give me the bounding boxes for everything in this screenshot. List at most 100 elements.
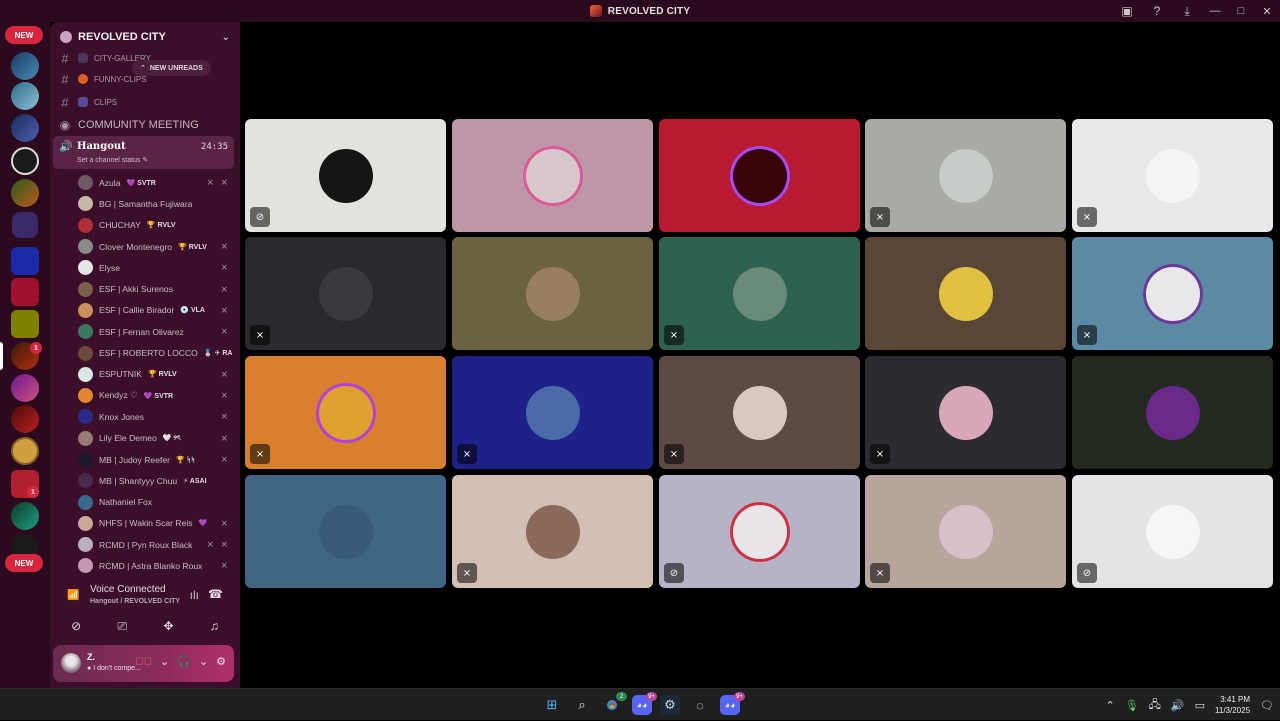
- windows-start-icon[interactable]: ⊞: [542, 695, 562, 715]
- channel-community-meeting[interactable]: ◉ COMMUNITY MEETING: [58, 115, 199, 135]
- search-icon[interactable]: ⌕: [572, 695, 592, 715]
- soundboard-icon[interactable]: ♫: [210, 619, 219, 633]
- voice-member[interactable]: Lily Ele Demeo 🤍 ୨ৎ ⨯: [50, 428, 240, 449]
- hash-icon: #: [61, 50, 69, 66]
- participant-tile[interactable]: ⨯: [245, 356, 446, 469]
- voice-member[interactable]: Kendyz ♡ 💜 SVTR ⨯: [50, 385, 240, 406]
- channel-status[interactable]: Set a channel status ✎: [77, 156, 148, 164]
- participant-tile[interactable]: ⨯: [659, 237, 860, 350]
- participant-tile[interactable]: [452, 237, 653, 350]
- chevron-up-icon[interactable]: ⌃: [1105, 699, 1114, 712]
- voice-channel-hangout[interactable]: 🔊 Hangout 24:35 Set a channel status ✎: [53, 136, 234, 169]
- participant-tile[interactable]: [865, 237, 1066, 350]
- voice-member[interactable]: RCMD | Pyn Roux Black ⨯ ⨯: [50, 534, 240, 555]
- maximize-button[interactable]: □: [1228, 0, 1254, 22]
- folder-icon[interactable]: [12, 212, 38, 238]
- steam-icon[interactable]: ⚙: [660, 695, 680, 715]
- microphone-icon[interactable]: 🎙: [1125, 699, 1139, 712]
- channel-clips[interactable]: # CLIPS: [58, 93, 117, 111]
- voice-location[interactable]: Hangout / REVOLVED CITY: [90, 598, 180, 605]
- participant-tile[interactable]: [452, 119, 653, 232]
- participant-tile[interactable]: ⊘: [659, 475, 860, 588]
- server-icon[interactable]: [11, 247, 39, 275]
- avatar[interactable]: [61, 653, 81, 673]
- chrome-icon[interactable]: 2: [602, 692, 627, 715]
- noise-suppression-icon[interactable]: ılı: [190, 588, 199, 602]
- voice-member[interactable]: Elyse ⨯: [50, 257, 240, 278]
- channel-funny-clips[interactable]: # FUNNY-CLIPS: [58, 70, 146, 88]
- voice-member[interactable]: ESF | Callie Birador 💿 VLA ⨯: [50, 300, 240, 321]
- participant-tile[interactable]: ⨯: [452, 475, 653, 588]
- voice-member-list: Azula 💜 SVTR ⨯ ⨯ BG | Samantha Fujiwara CHUCH…: [50, 172, 240, 577]
- participant-tile[interactable]: [245, 475, 446, 588]
- activities-icon[interactable]: ✥: [163, 619, 173, 633]
- voice-member[interactable]: ESF | Akki Surenos ⨯: [50, 278, 240, 299]
- server-icon[interactable]: [11, 82, 39, 110]
- app-icon[interactable]: ◌: [690, 695, 710, 715]
- battery-icon[interactable]: ▭: [1195, 699, 1205, 712]
- participant-tile[interactable]: ⨯: [1072, 119, 1273, 232]
- voice-member[interactable]: Nathaniel Fox: [50, 491, 240, 512]
- voice-member[interactable]: BG | Samantha Fujiwara: [50, 193, 240, 214]
- server-icon[interactable]: [11, 52, 39, 80]
- voice-member[interactable]: ESF | Fernan Olivarez ⨯: [50, 321, 240, 342]
- voice-member[interactable]: MB | Shantyyy Chuu ⚡ ASAI: [50, 470, 240, 491]
- signal-icon[interactable]: 📶: [67, 590, 79, 601]
- voice-member[interactable]: MB | Judoy Reefer 🏆 ᛋᛋ ⨯: [50, 449, 240, 470]
- participant-tile[interactable]: ⨯: [659, 356, 860, 469]
- network-icon[interactable]: 🖧: [1149, 696, 1161, 715]
- volume-icon[interactable]: 🔊: [1171, 699, 1185, 712]
- server-icon[interactable]: [11, 502, 39, 530]
- new-badge-bottom[interactable]: NEW: [5, 554, 43, 572]
- server-icon[interactable]: [11, 310, 39, 338]
- participant-tile[interactable]: [659, 119, 860, 232]
- mic-muted-icon: ⨯: [220, 517, 228, 528]
- participant-tile[interactable]: ⨯: [452, 356, 653, 469]
- participant-tile[interactable]: ⨯: [865, 356, 1066, 469]
- screen-share-icon[interactable]: ⎚: [118, 619, 128, 634]
- server-icon[interactable]: [11, 179, 39, 207]
- chevron-down-icon[interactable]: ⌄: [222, 32, 230, 43]
- minimize-button[interactable]: —: [1202, 0, 1228, 22]
- mic-muted-icon[interactable]: 🎙⃠: [135, 656, 152, 668]
- participant-tile[interactable]: ⊘: [1072, 475, 1273, 588]
- voice-member[interactable]: Knox Jones ⨯: [50, 406, 240, 427]
- chevron-down-icon[interactable]: ⌄: [160, 655, 169, 668]
- close-button[interactable]: ✕: [1254, 0, 1280, 22]
- participant-tile[interactable]: ⨯: [865, 475, 1066, 588]
- server-icon[interactable]: [11, 405, 39, 433]
- camera-off-icon[interactable]: ⊘: [71, 619, 81, 633]
- server-icon[interactable]: [11, 437, 39, 465]
- chevron-down-icon[interactable]: ⌄: [199, 655, 208, 668]
- server-icon[interactable]: [11, 114, 39, 142]
- voice-member[interactable]: NHFS | Wakin Scar Reis 💜 ⨯: [50, 513, 240, 534]
- notification-icon[interactable]: 🗨: [1260, 699, 1274, 712]
- clock[interactable]: 3:41 PM 11/3/2025: [1215, 694, 1250, 716]
- help-icon[interactable]: ?: [1142, 0, 1172, 22]
- participant-tile[interactable]: ⨯: [1072, 237, 1273, 350]
- server-icon[interactable]: [11, 147, 39, 175]
- disconnect-icon[interactable]: ☎: [208, 587, 223, 601]
- participant-tile[interactable]: ⨯: [245, 237, 446, 350]
- user-status[interactable]: ● I don't compe...: [87, 665, 141, 672]
- headphones-icon[interactable]: 🎧: [177, 655, 191, 668]
- participant-tile[interactable]: [1072, 356, 1273, 469]
- voice-member[interactable]: CHUCHAY 🏆 RVLV: [50, 215, 240, 236]
- avatar: [732, 148, 787, 203]
- voice-member[interactable]: ESPUTNIK 🏆 RVLV ⨯: [50, 364, 240, 385]
- new-badge-top[interactable]: NEW: [5, 26, 43, 44]
- voice-member[interactable]: Clover Montenegro 🏆 RVLV ⨯: [50, 236, 240, 257]
- settings-gear-icon[interactable]: ⚙: [216, 655, 226, 668]
- discord-ptb-icon[interactable]: ◕◕ 9+: [720, 692, 745, 715]
- discord-icon[interactable]: ◕◕ 9+: [632, 692, 657, 715]
- voice-member[interactable]: ESF | ROBERTO LOCCO 🥈 ✈ RA: [50, 342, 240, 363]
- download-icon[interactable]: ⤓: [1172, 0, 1202, 22]
- inbox-icon[interactable]: ▣: [1112, 0, 1142, 22]
- server-icon[interactable]: [11, 374, 39, 402]
- voice-member[interactable]: Azula 💜 SVTR ⨯ ⨯: [50, 172, 240, 193]
- participant-tile[interactable]: ⨯: [865, 119, 1066, 232]
- participant-tile[interactable]: ⊘: [245, 119, 446, 232]
- mic-muted-icon: ⨯: [1077, 207, 1097, 227]
- server-header[interactable]: REVOLVED CITY ⌄: [50, 22, 240, 52]
- server-icon[interactable]: [11, 278, 39, 306]
